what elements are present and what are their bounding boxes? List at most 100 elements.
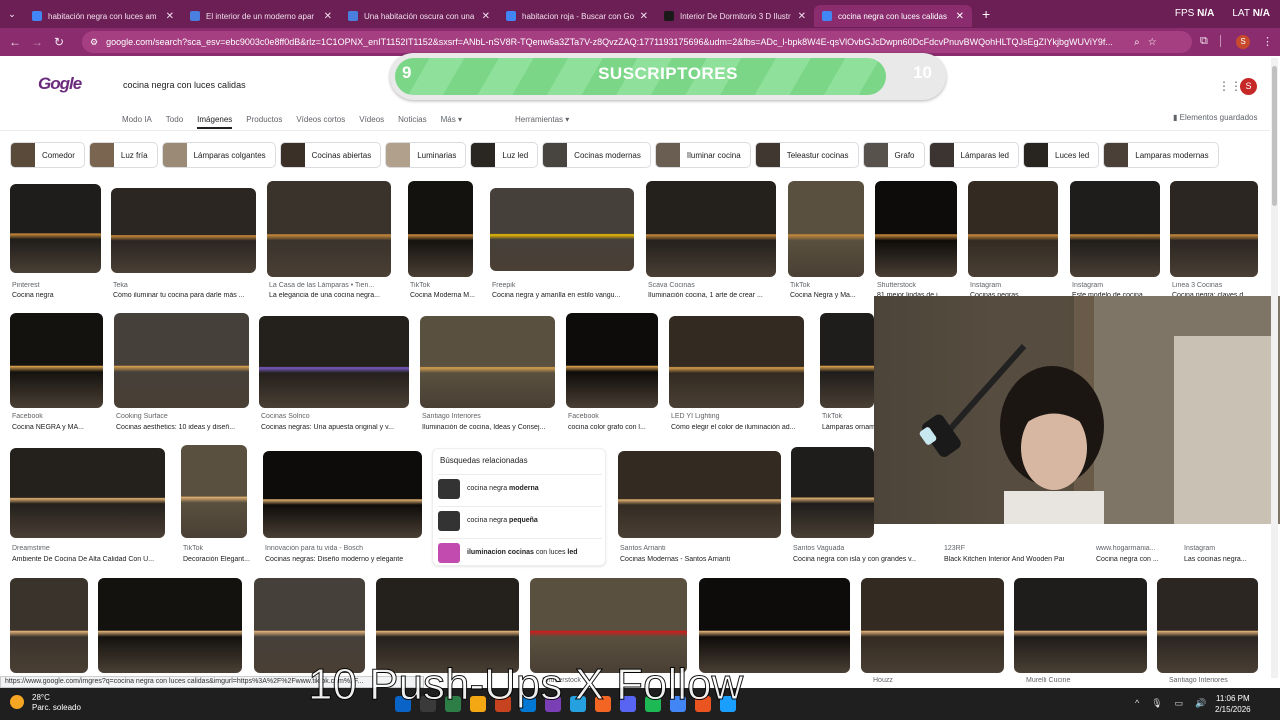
search-input[interactable]: cocina negra con luces calidas	[110, 72, 400, 100]
account-avatar[interactable]: S	[1240, 78, 1257, 95]
taskbar-clock[interactable]: 11:06 PM 2/15/2026	[1215, 693, 1251, 715]
image-result-thumbnail[interactable]	[408, 181, 473, 277]
image-result-thumbnail[interactable]	[98, 578, 242, 673]
search-tab[interactable]: Más ▾	[441, 115, 462, 129]
page-scrollbar[interactable]	[1271, 58, 1278, 678]
new-tab-icon[interactable]: +	[982, 6, 990, 22]
weather-widget[interactable]: 28°C Parc. soleado	[10, 693, 81, 713]
filter-chip[interactable]: Lámparas colgantes	[161, 142, 276, 168]
result-title[interactable]: Iluminación de cocina, Ideas y Consej...	[422, 424, 557, 431]
browser-tab[interactable]: Interior De Dormitorio 3 D Ilustr ✕	[656, 5, 814, 27]
image-result-thumbnail[interactable]	[861, 578, 1004, 673]
profile-avatar[interactable]: S	[1236, 35, 1250, 49]
image-result-thumbnail[interactable]	[1170, 181, 1258, 277]
close-icon[interactable]: ✕	[798, 11, 806, 22]
image-result-thumbnail[interactable]	[699, 578, 850, 673]
search-tab[interactable]: Imágenes	[197, 115, 233, 129]
close-icon[interactable]: ✕	[166, 11, 174, 22]
image-result-thumbnail[interactable]	[1014, 578, 1147, 673]
extensions-icon[interactable]: ⧉	[1200, 35, 1208, 48]
address-bar[interactable]: ⚙ google.com/search?sca_esv=ebc9003c0e8f…	[82, 31, 1192, 53]
related-search-item[interactable]: iluminacion cocinas con luces led	[438, 538, 602, 566]
image-result-thumbnail[interactable]	[820, 313, 874, 408]
image-result-thumbnail[interactable]	[968, 181, 1058, 277]
tools-button[interactable]: Herramientas ▾	[515, 115, 569, 124]
related-search-item[interactable]: cocina negra moderna	[438, 474, 602, 502]
image-result-thumbnail[interactable]	[490, 188, 634, 271]
image-result-thumbnail[interactable]	[1157, 578, 1258, 673]
close-icon[interactable]: ✕	[324, 11, 332, 22]
filter-chip[interactable]: Luz led	[470, 142, 539, 168]
image-result-thumbnail[interactable]	[376, 578, 519, 673]
image-result-thumbnail[interactable]	[566, 313, 658, 408]
image-result-thumbnail[interactable]	[263, 451, 422, 538]
result-title[interactable]: Cocinas aesthetics: 10 ideas y diseñ...	[116, 424, 251, 431]
result-title[interactable]: Lámparas ornam...	[822, 424, 876, 431]
volume-icon[interactable]: 🔊	[1195, 698, 1206, 709]
result-title[interactable]: Cómo elegir el color de iluminación ad..…	[671, 424, 806, 431]
filter-chip[interactable]: Luz fría	[88, 142, 158, 168]
tray-chevron-icon[interactable]: ^	[1135, 698, 1139, 709]
filter-chip[interactable]: Lámparas led	[928, 142, 1019, 168]
filter-chip[interactable]: Luces led	[1023, 142, 1100, 168]
back-icon[interactable]: ←	[4, 35, 26, 49]
browser-tab[interactable]: El interior de un moderno apar ✕	[182, 5, 340, 27]
browser-tab[interactable]: habitación negra con luces am ✕	[24, 5, 182, 27]
image-result-thumbnail[interactable]	[10, 313, 103, 408]
image-result-thumbnail[interactable]	[875, 181, 957, 277]
result-title[interactable]: Iluminación cocina, 1 arte de crear ...	[648, 292, 778, 299]
result-title[interactable]: Cocinas negras: Una apuesta original y v…	[261, 424, 411, 431]
image-result-thumbnail[interactable]	[114, 313, 249, 408]
image-result-thumbnail[interactable]	[618, 451, 781, 538]
result-title[interactable]: cocina color grafo con l...	[568, 424, 660, 431]
browser-tab[interactable]: cocina negra con luces calidas ✕	[814, 5, 972, 27]
result-title[interactable]: Cómo iluminar tu cocina para darle más .…	[113, 292, 258, 299]
search-tab[interactable]: Modo IA	[122, 115, 152, 129]
filter-chip[interactable]: Grafo	[862, 142, 925, 168]
menu-icon[interactable]: ⋮	[1262, 35, 1273, 48]
network-icon[interactable]: ▭	[1175, 698, 1184, 709]
image-result-thumbnail[interactable]	[10, 578, 88, 673]
image-result-thumbnail[interactable]	[254, 578, 365, 673]
tab-search-icon[interactable]: ⌄	[0, 9, 24, 20]
image-result-thumbnail[interactable]	[669, 316, 804, 408]
related-search-item[interactable]: cocina negra pequeña	[438, 506, 602, 534]
image-result-thumbnail[interactable]	[10, 448, 165, 538]
bookmark-star-icon[interactable]: ☆	[1148, 37, 1157, 48]
image-result-thumbnail[interactable]	[267, 181, 391, 277]
filter-chip[interactable]: Cocinas modernas	[542, 142, 651, 168]
image-result-thumbnail[interactable]	[181, 445, 247, 538]
image-result-thumbnail[interactable]	[791, 447, 874, 538]
close-icon[interactable]: ✕	[640, 11, 648, 22]
image-result-thumbnail[interactable]	[259, 316, 409, 408]
result-title[interactable]: Cocina negra	[12, 292, 103, 299]
image-result-thumbnail[interactable]	[530, 578, 687, 673]
browser-tab[interactable]: habitacion roja - Buscar con Go ✕	[498, 5, 656, 27]
result-title[interactable]: Las cocinas negra...	[1184, 556, 1280, 563]
close-icon[interactable]: ✕	[956, 11, 964, 22]
filter-chip[interactable]: Comedor	[10, 142, 85, 168]
filter-chip[interactable]: Lamparas modernas	[1103, 142, 1219, 168]
microphone-icon[interactable]: 🎙	[1151, 698, 1162, 709]
result-title[interactable]: Cocina negra y amarilla en estilo vangu.…	[492, 292, 636, 299]
filter-chip[interactable]: Iluminar cocina	[654, 142, 751, 168]
search-tab[interactable]: Productos	[246, 115, 282, 129]
google-doodle-logo[interactable]: Gogle	[38, 74, 82, 94]
image-result-thumbnail[interactable]	[646, 181, 776, 277]
result-title[interactable]: Cocina negra con isla y con grandes v...	[793, 556, 916, 563]
result-title[interactable]: La elegancia de una cocina negra...	[269, 292, 393, 299]
filter-chip[interactable]: Luminarias	[385, 142, 467, 168]
browser-tab[interactable]: Una habitación oscura con una ✕	[340, 5, 498, 27]
saved-items-link[interactable]: ▮ Elementos guardados	[1173, 113, 1257, 122]
image-result-thumbnail[interactable]	[788, 181, 864, 277]
search-tab[interactable]: Vídeos	[359, 115, 384, 129]
result-title[interactable]: Cocina Moderna M...	[410, 292, 475, 299]
result-title[interactable]: Cocina NEGRA y MA...	[12, 424, 105, 431]
reload-icon[interactable]: ↻	[48, 35, 70, 49]
search-tab[interactable]: Todo	[166, 115, 183, 129]
search-tab[interactable]: Noticias	[398, 115, 426, 129]
search-tab[interactable]: Vídeos cortos	[296, 115, 345, 129]
result-title[interactable]: Black Kitchen Interior And Wooden Pan...	[944, 556, 1064, 563]
image-result-thumbnail[interactable]	[111, 188, 256, 273]
image-result-thumbnail[interactable]	[420, 316, 555, 408]
